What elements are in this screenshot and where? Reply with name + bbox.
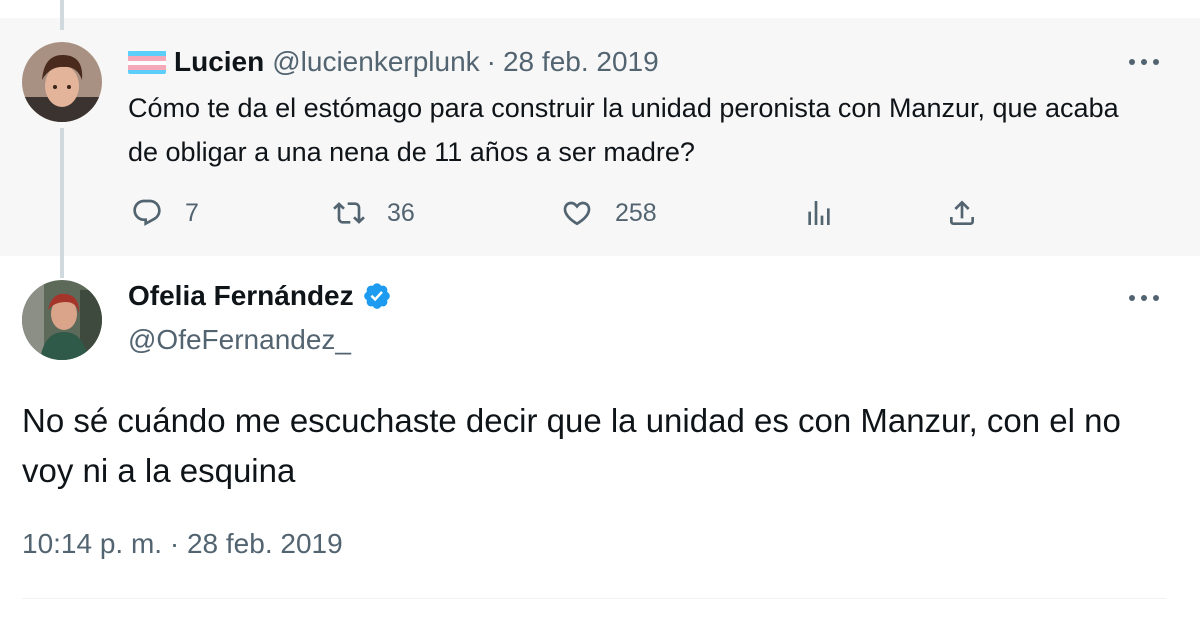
author-name[interactable]: Ofelia Fernández [128, 280, 354, 312]
tweet-text: No sé cuándo me escuchaste decir que la … [22, 402, 1121, 489]
author-handle[interactable]: @OfeFernandez_ [128, 324, 351, 356]
tweet-text: Cómo te da el estómago para construir la… [128, 93, 1119, 167]
verified-badge-icon[interactable] [362, 281, 392, 311]
like-button[interactable]: 258 [561, 197, 657, 229]
share-button[interactable] [946, 197, 978, 229]
share-icon [950, 200, 974, 225]
author-name[interactable]: Lucien [174, 46, 264, 78]
avatar[interactable] [22, 280, 102, 360]
tweet-date[interactable]: 28 feb. 2019 [503, 46, 659, 78]
reply-button[interactable]: 7 [131, 197, 199, 229]
avatar[interactable] [22, 42, 102, 122]
separator-dot: · [486, 46, 496, 77]
thread-connector-line [60, 128, 64, 278]
thread-connector-line [60, 0, 64, 30]
reply-tweet-header: Lucien @lucienkerplunk · 28 feb. 2019 [128, 46, 659, 78]
like-count: 258 [615, 198, 657, 227]
more-options-icon[interactable] [1126, 52, 1162, 72]
author-handle[interactable]: @lucienkerplunk [272, 46, 479, 78]
reply-count: 7 [185, 198, 199, 227]
trans-pride-flag-icon [128, 50, 166, 74]
bar-chart-icon [808, 201, 830, 225]
tweet-timestamp[interactable]: 10:14 p. m. · 28 feb. 2019 [22, 528, 343, 560]
divider [22, 598, 1166, 599]
author-name-row: Ofelia Fernández [128, 280, 392, 312]
retweet-icon [333, 202, 365, 224]
analytics-button[interactable] [803, 197, 835, 229]
reply-icon [133, 199, 161, 226]
more-options-icon[interactable] [1126, 288, 1162, 308]
retweet-count: 36 [387, 198, 415, 227]
retweet-button[interactable]: 36 [333, 197, 415, 229]
heart-icon [563, 201, 591, 226]
